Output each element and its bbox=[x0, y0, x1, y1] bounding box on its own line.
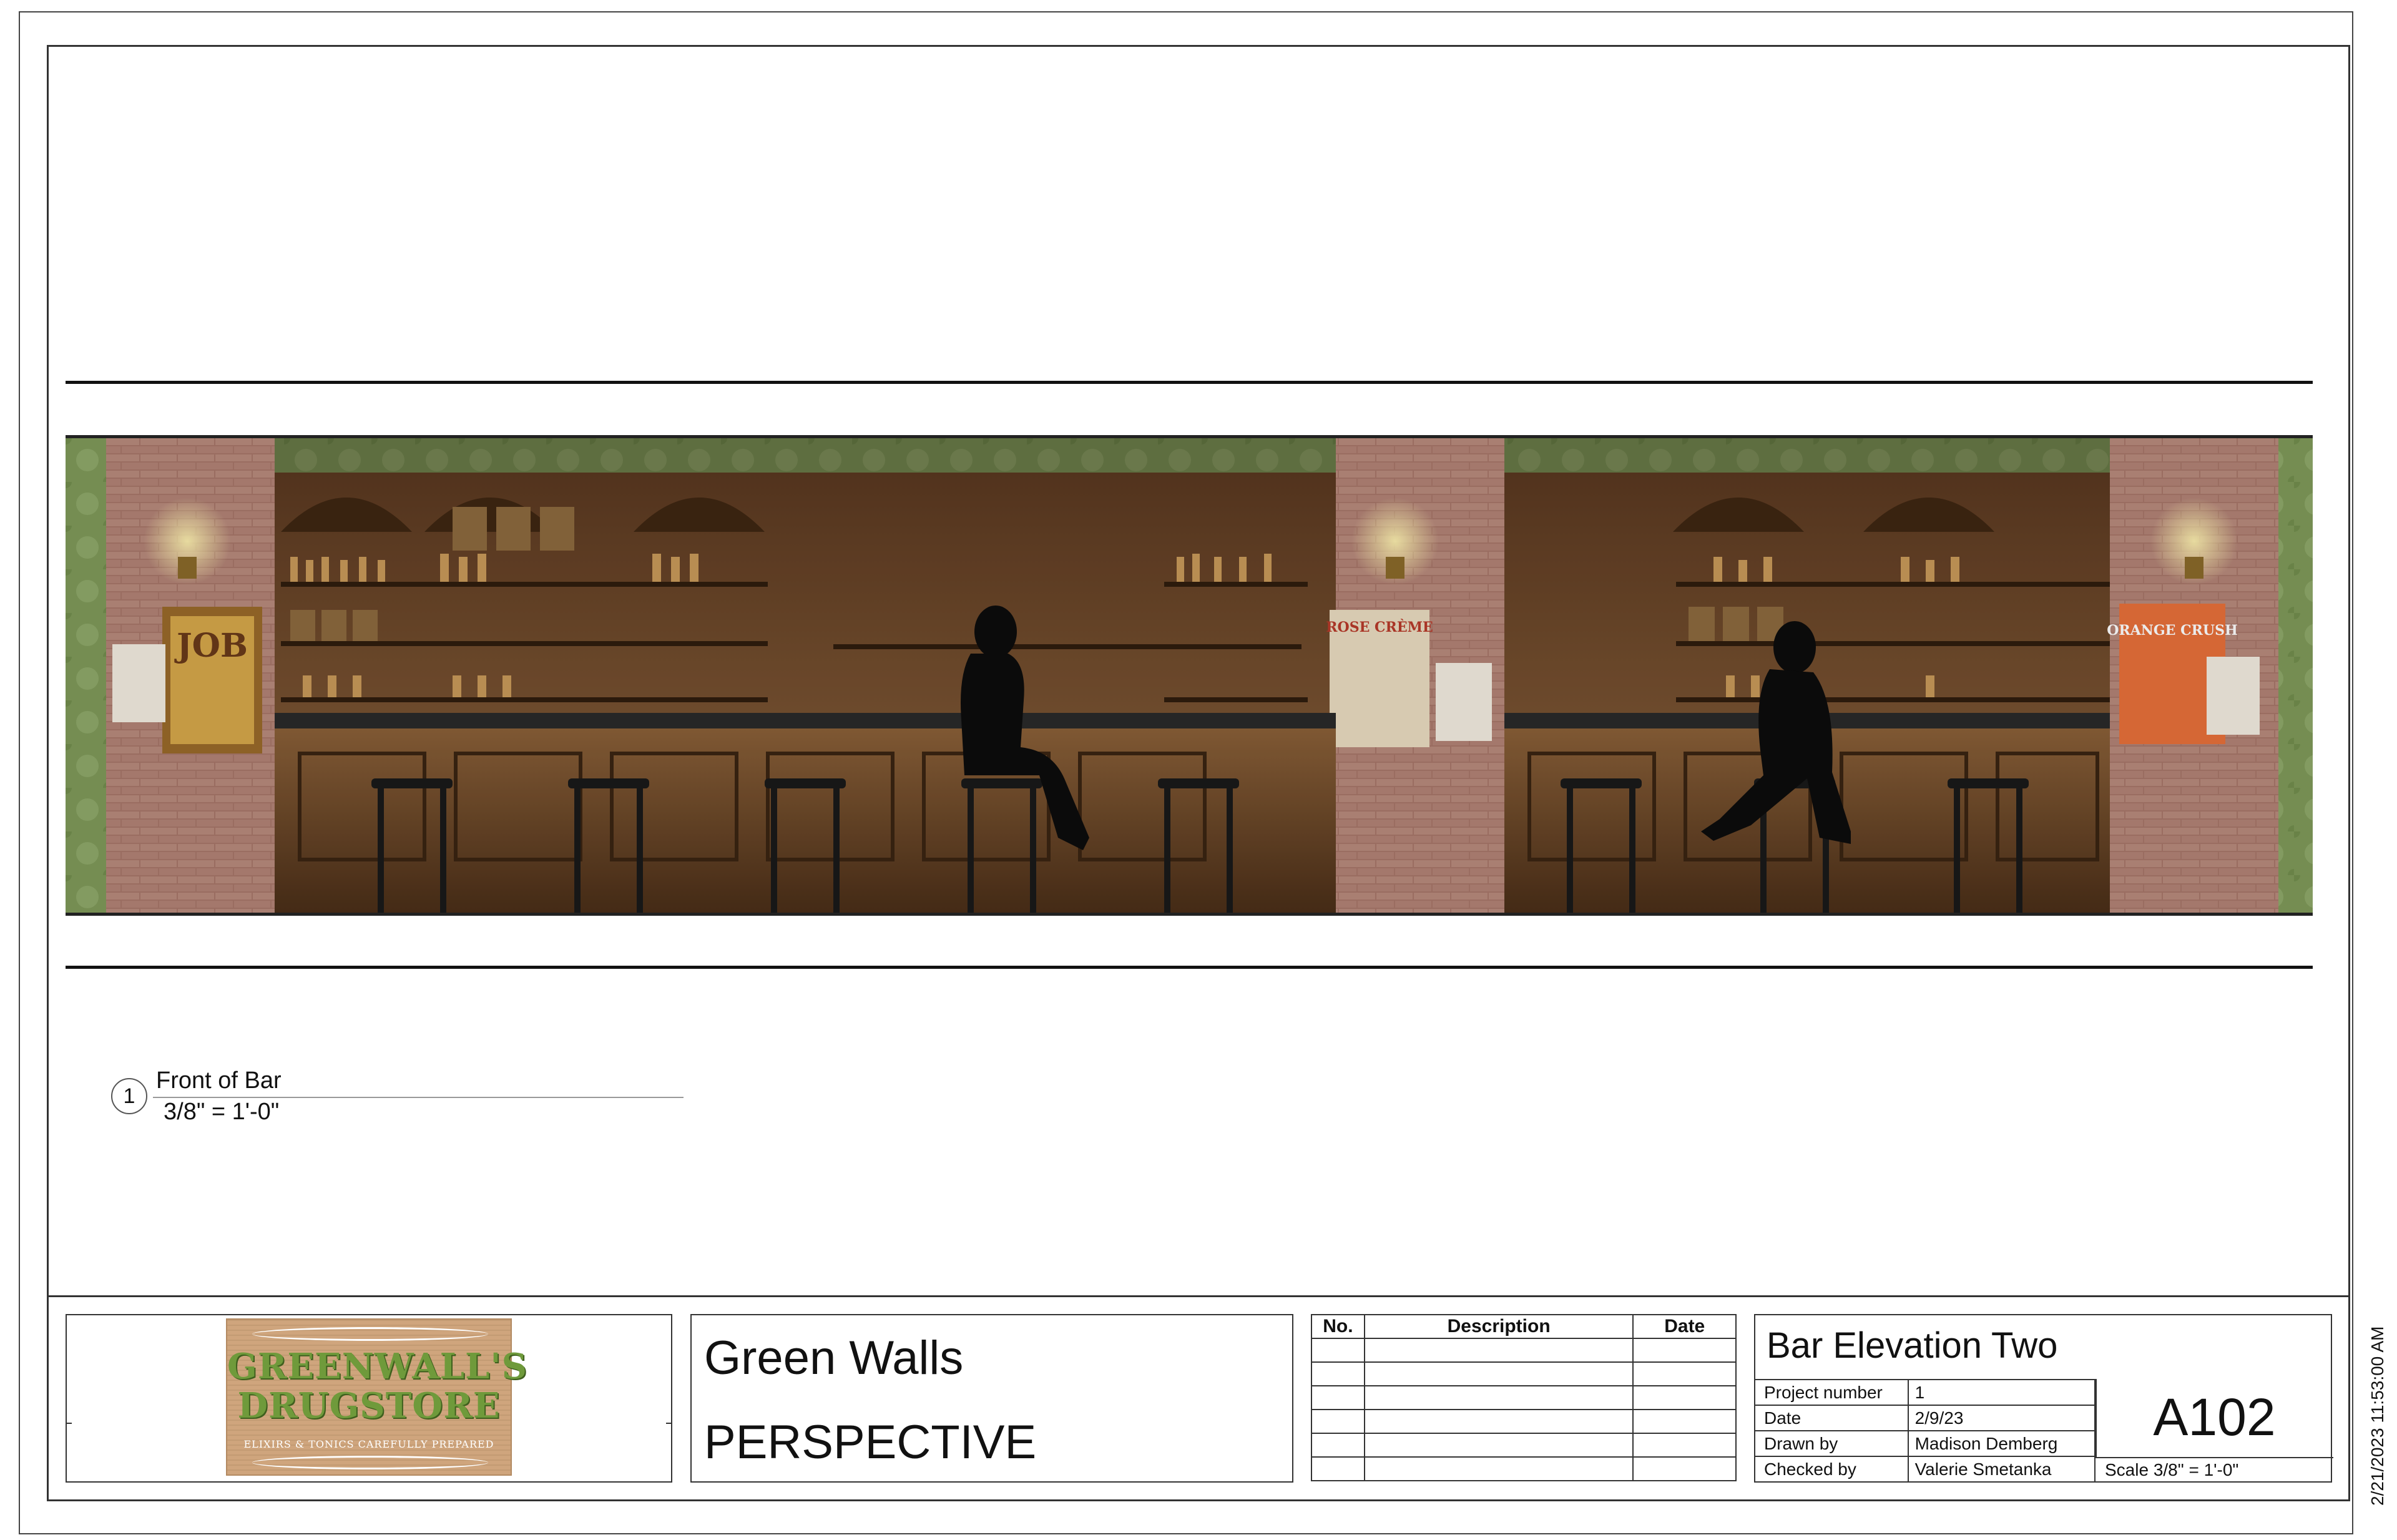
revision-cell bbox=[1311, 1433, 1365, 1458]
info-row: Project number 1 bbox=[1755, 1379, 2096, 1405]
logo-panel-tick bbox=[66, 1423, 72, 1424]
sheet-name: Bar Elevation Two bbox=[1767, 1325, 2058, 1366]
revision-cell bbox=[1363, 1338, 1634, 1363]
info-row: Checked by Valerie Smetanka bbox=[1755, 1456, 2096, 1482]
revision-cell bbox=[1363, 1385, 1634, 1410]
info-value: 2/9/23 bbox=[1908, 1405, 2096, 1431]
info-row: Drawn by Madison Demberg bbox=[1755, 1430, 2096, 1456]
info-value: Valerie Smetanka bbox=[1908, 1456, 2096, 1482]
revision-cell bbox=[1632, 1433, 1737, 1458]
revision-cell bbox=[1632, 1361, 1737, 1386]
revision-cell bbox=[1363, 1361, 1634, 1386]
revision-row bbox=[1311, 1338, 1737, 1363]
revision-header-date: Date bbox=[1632, 1314, 1737, 1339]
scale-divider bbox=[2096, 1457, 2333, 1458]
project-name: Green Walls bbox=[704, 1332, 964, 1385]
lower-rule-line bbox=[66, 966, 2313, 969]
revision-row bbox=[1311, 1456, 1737, 1481]
title-block-sheet-info-panel: Bar Elevation Two Project number 1 Date 2/… bbox=[1754, 1314, 2333, 1483]
revision-cell bbox=[1311, 1338, 1365, 1363]
info-value: Madison Demberg bbox=[1908, 1430, 2096, 1456]
revision-cell bbox=[1632, 1338, 1737, 1363]
revision-cell bbox=[1632, 1409, 1737, 1434]
info-value: 1 bbox=[1908, 1379, 2096, 1405]
revision-cell bbox=[1363, 1433, 1634, 1458]
title-block-logo-panel: GREENWALL'S DRUGSTORE ELIXIRS & TONICS C… bbox=[66, 1314, 672, 1483]
title-block-project-panel: Green Walls PERSPECTIVE bbox=[690, 1314, 1293, 1483]
title-block-divider bbox=[47, 1295, 2350, 1297]
sheet-info-grid: Project number 1 Date 2/9/23 Drawn by Madis… bbox=[1755, 1379, 2096, 1482]
logo-panel-tick bbox=[666, 1423, 672, 1424]
revision-header-description: Description bbox=[1363, 1314, 1634, 1339]
logo-swirl-ornament bbox=[252, 1327, 488, 1341]
drawing-title: Front of Bar bbox=[156, 1067, 282, 1094]
drawing-title-underline bbox=[153, 1097, 684, 1098]
revision-cell bbox=[1632, 1385, 1737, 1410]
upper-rule-line bbox=[66, 381, 2313, 384]
info-row: Date 2/9/23 bbox=[1755, 1405, 2096, 1431]
revision-cell bbox=[1311, 1456, 1365, 1481]
revision-cell bbox=[1363, 1409, 1634, 1434]
revision-header-row: No. Description Date bbox=[1311, 1314, 1737, 1339]
info-label: Drawn by bbox=[1755, 1430, 1909, 1456]
revision-table: No. Description Date bbox=[1311, 1314, 1737, 1481]
sheet-number: A102 bbox=[2153, 1388, 2276, 1446]
drawing-scale: 3/8" = 1'-0" bbox=[164, 1099, 280, 1125]
revision-row bbox=[1311, 1409, 1737, 1434]
company-logo: GREENWALL'S DRUGSTORE ELIXIRS & TONICS C… bbox=[226, 1318, 528, 1476]
drawing-number-bubble: 1 bbox=[111, 1078, 147, 1114]
logo-tagline: ELIXIRS & TONICS CAREFULLY PREPARED bbox=[243, 1438, 494, 1450]
revision-row bbox=[1311, 1385, 1737, 1410]
logo-swirl-ornament bbox=[252, 1456, 488, 1469]
revision-row bbox=[1311, 1433, 1737, 1458]
info-label: Checked by bbox=[1755, 1456, 1909, 1482]
revision-cell bbox=[1363, 1456, 1634, 1481]
revision-cell bbox=[1311, 1409, 1365, 1434]
revision-cell bbox=[1632, 1456, 1737, 1481]
logo-line-2: DRUGSTORE bbox=[237, 1385, 501, 1426]
sheet-kind: PERSPECTIVE bbox=[704, 1416, 1037, 1469]
info-label: Date bbox=[1755, 1405, 1909, 1431]
print-timestamp: 2/21/2023 11:53:00 AM bbox=[2368, 1326, 2387, 1506]
revision-header-no: No. bbox=[1311, 1314, 1365, 1339]
revision-cell bbox=[1311, 1361, 1365, 1386]
revision-row bbox=[1311, 1361, 1737, 1386]
sheet-scale: Scale 3/8" = 1'-0" bbox=[2105, 1460, 2239, 1479]
bar-elevation-drawing: JOB ROSE CRÈME ORANGE CRUSH bbox=[66, 435, 2313, 916]
revision-cell bbox=[1311, 1385, 1365, 1410]
info-label: Project number bbox=[1755, 1379, 1909, 1405]
logo-line-1: GREENWALL'S bbox=[227, 1346, 528, 1387]
